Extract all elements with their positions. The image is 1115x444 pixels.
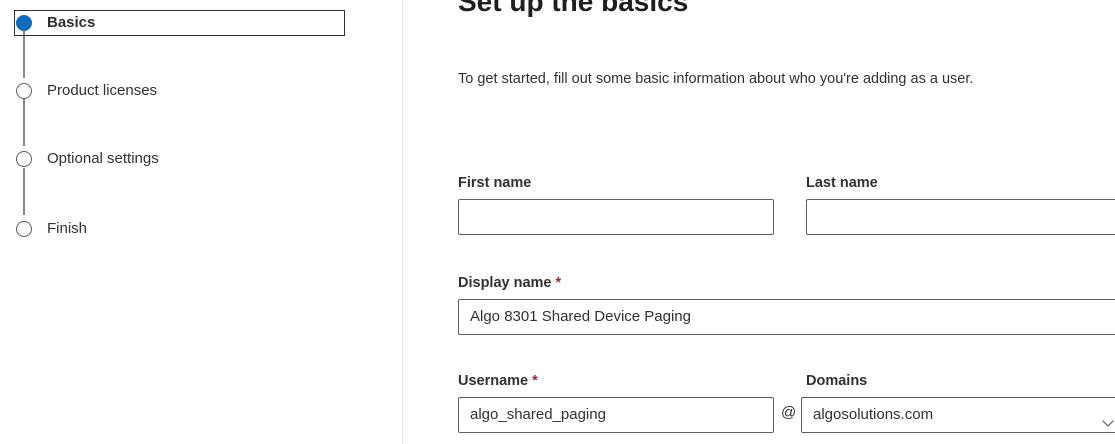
step-finish[interactable]: Finish (0, 218, 380, 240)
step-optional-settings[interactable]: Optional settings (0, 148, 380, 170)
display-name-field[interactable]: Algo 8301 Shared Device Paging (458, 299, 1115, 335)
step-connector (23, 31, 25, 78)
display-name-value: Algo 8301 Shared Device Paging (470, 308, 691, 325)
username-value: algo_shared_paging (470, 406, 606, 423)
display-name-label: Display name * (458, 275, 561, 291)
step-pending-icon (16, 151, 32, 167)
step-label: Basics (47, 14, 96, 31)
step-label: Finish (47, 220, 88, 237)
step-current-icon (16, 15, 32, 31)
wizard-steps: Basics Product licenses Optional setting… (0, 0, 403, 444)
username-label-text: Username (458, 373, 529, 389)
first-name-field[interactable] (458, 199, 774, 235)
first-name-label-text: First name (458, 175, 532, 191)
username-label: Username * (458, 373, 538, 389)
username-field[interactable]: algo_shared_paging (458, 397, 774, 433)
step-pending-icon (16, 83, 32, 99)
step-pending-icon (16, 221, 32, 237)
required-marker: * (555, 275, 562, 291)
chevron-down-icon (1101, 409, 1115, 427)
step-connector (23, 99, 25, 146)
page-title: Set up the basics (458, 0, 689, 17)
step-connector (23, 168, 25, 215)
domains-label: Domains (806, 373, 867, 389)
required-marker: * (532, 373, 538, 389)
first-name-label: First name (458, 175, 531, 191)
last-name-label-text: Last name (806, 175, 878, 191)
step-product-licenses[interactable]: Product licenses (0, 80, 380, 102)
domains-dropdown[interactable]: algosolutions.com (801, 397, 1115, 433)
step-label: Optional settings (47, 150, 159, 167)
last-name-label: Last name (806, 175, 878, 191)
intro-text: To get started, fill out some basic info… (458, 71, 974, 87)
main-content: Set up the basics To get started, fill o… (458, 0, 1115, 444)
step-basics[interactable]: Basics (0, 10, 380, 36)
display-name-label-text: Display name (458, 275, 552, 291)
at-symbol: @ (781, 404, 797, 421)
domains-selected-value: algosolutions.com (813, 406, 934, 423)
domains-label-text: Domains (806, 373, 868, 389)
last-name-field[interactable] (806, 199, 1115, 235)
step-label: Product licenses (47, 82, 158, 99)
